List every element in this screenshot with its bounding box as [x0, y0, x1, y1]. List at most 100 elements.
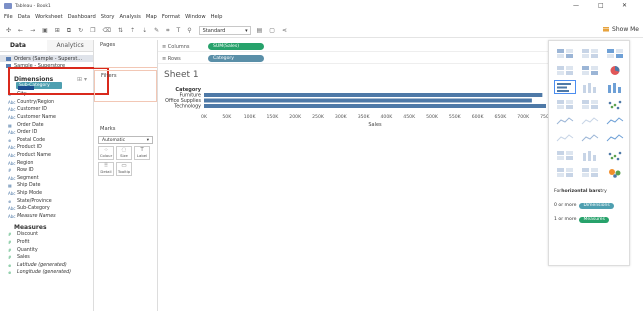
menu-format[interactable]: Format	[162, 14, 180, 20]
dimension-field[interactable]: Abc Customer ID	[0, 106, 93, 114]
dimension-field[interactable]: Abc Segment	[0, 175, 93, 183]
group-icon[interactable]: ⌗	[166, 27, 169, 35]
show-me-gantt-icon[interactable]	[554, 165, 576, 179]
chevron-down-icon: ▾	[245, 27, 248, 34]
dimension-field[interactable]: Abc Measure Names	[0, 213, 93, 221]
dimension-field[interactable]: Abc Ship Mode	[0, 190, 93, 198]
detail-button[interactable]: ⠿ Detail	[98, 162, 114, 176]
mark-type-select[interactable]: Automatic ▾	[98, 136, 153, 144]
labels-icon[interactable]: T	[177, 27, 181, 34]
show-me-circle-views-icon[interactable]	[579, 97, 601, 111]
dimension-field[interactable]: Abc Country/Region	[0, 99, 93, 107]
save-icon[interactable]: ▣	[42, 27, 48, 34]
dimension-field[interactable]: Abc Order ID	[0, 129, 93, 137]
clear-icon[interactable]: ⌫	[103, 27, 111, 34]
show-me-dual-combination-icon[interactable]	[604, 131, 626, 145]
new-datasource-icon[interactable]: ⊞	[55, 27, 60, 34]
colour-button[interactable]: ⁘ Colour	[98, 146, 114, 160]
menu-window[interactable]: Window	[185, 14, 205, 20]
tab-analytics[interactable]: Analytics	[46, 40, 93, 51]
rows-shelf[interactable]: ≡ Rows Category	[158, 54, 548, 64]
undo-icon[interactable]: ←	[18, 27, 23, 34]
show-me-symbol-map-icon[interactable]	[554, 63, 576, 77]
menu-file[interactable]: File	[4, 14, 13, 20]
menu-map[interactable]: Map	[146, 14, 157, 20]
dimension-field[interactable]: Abc Product ID	[0, 144, 93, 152]
columns-pill[interactable]: SUM(Sales)	[208, 43, 264, 50]
dimension-field[interactable]: Abc Product Name	[0, 152, 93, 160]
maximize-icon[interactable]: □	[598, 2, 604, 9]
chart-icon[interactable]: ▤	[257, 27, 263, 34]
dimension-field[interactable]: Abc Region	[0, 159, 93, 167]
bar-office-supplies[interactable]	[204, 98, 532, 103]
duplicate-icon[interactable]: ❐	[90, 27, 95, 34]
tooltip-icon[interactable]: ▢	[269, 27, 275, 34]
bar-chart[interactable]: CategoryFurnitureOffice SuppliesTechnolo…	[158, 86, 548, 146]
filters-card[interactable]: Filters	[94, 70, 157, 102]
dimension-field[interactable]: ⊕ State/Province	[0, 197, 93, 205]
tab-data[interactable]: Data	[0, 40, 47, 51]
measure-field[interactable]: # Sales	[0, 254, 93, 262]
menu-dashboard[interactable]: Dashboard	[68, 14, 96, 20]
show-me-bullet-graph-icon[interactable]	[579, 165, 601, 179]
dimension-field[interactable]: # Row ID	[0, 167, 93, 175]
share-icon[interactable]: ⋖	[282, 27, 287, 34]
tooltip-button[interactable]: ▭ Tooltip	[116, 162, 132, 176]
show-me-lines-discrete-icon[interactable]	[579, 114, 601, 128]
show-me-side-by-side-bars-icon[interactable]	[604, 80, 626, 94]
show-me-histogram-icon[interactable]	[579, 148, 601, 162]
fit-select[interactable]: Standard ▾	[198, 26, 251, 35]
swap-icon[interactable]: ⇅	[118, 27, 123, 34]
show-me-horizontal-bars-icon[interactable]	[554, 80, 576, 94]
show-me-filled-map-icon[interactable]	[579, 63, 601, 77]
menu-data[interactable]: Data	[18, 14, 30, 20]
bar-furniture[interactable]	[204, 93, 543, 97]
sort-descending-icon[interactable]: ⇣	[142, 27, 147, 34]
measure-field[interactable]: # Quantity	[0, 246, 93, 254]
measure-field[interactable]: ⊕ Latitude (generated)	[0, 261, 93, 269]
new-worksheet-icon[interactable]: ⧉	[67, 27, 71, 35]
bar-technology[interactable]	[204, 104, 546, 108]
dimension-field[interactable]: ⊕ Postal Code	[0, 137, 93, 145]
dimension-field[interactable]: Abc Customer Name	[0, 114, 93, 122]
measure-field[interactable]: ⊕ Longitude (generated)	[0, 269, 93, 277]
show-me-packed-bubbles-icon[interactable]	[604, 165, 626, 179]
columns-shelf[interactable]: ≡ Columns SUM(Sales)	[158, 42, 548, 52]
pages-card[interactable]: Pages	[94, 40, 157, 68]
menu-help[interactable]: Help	[211, 14, 223, 20]
size-button[interactable]: ◌ Size	[116, 146, 132, 160]
refresh-icon[interactable]: ↻	[78, 27, 83, 34]
menu-analysis[interactable]: Analysis	[120, 14, 141, 20]
tableau-logo-icon[interactable]: ✣	[6, 27, 11, 34]
dimension-field[interactable]: Abc Sub-Category	[0, 205, 93, 213]
show-me-area-continuous-icon[interactable]	[554, 131, 576, 145]
show-me-lines-continuous-icon[interactable]	[554, 114, 576, 128]
show-me-pie-chart-icon[interactable]	[604, 63, 626, 77]
show-me-area-discrete-icon[interactable]	[579, 131, 601, 145]
show-me-side-by-side-circles-icon[interactable]	[604, 97, 626, 111]
close-icon[interactable]: ✕	[622, 2, 627, 9]
show-me-box-whisker-icon[interactable]	[604, 148, 626, 162]
menu-story[interactable]: Story	[101, 14, 115, 20]
show-me-scatter-plot-icon[interactable]	[554, 148, 576, 162]
datasource-item[interactable]: Orders (Sample - Superst...	[0, 55, 93, 62]
highlight-icon[interactable]: ✎	[154, 27, 159, 34]
show-me-dual-lines-icon[interactable]	[604, 114, 626, 128]
pin-icon[interactable]: ⚲	[187, 27, 191, 34]
label-button[interactable]: T Label	[134, 146, 150, 160]
show-me-heat-map-icon[interactable]	[579, 46, 601, 60]
show-me-text-table-icon[interactable]	[554, 46, 576, 60]
show-me-treemap-icon[interactable]	[554, 97, 576, 111]
sort-ascending-icon[interactable]: ⇡	[130, 27, 135, 34]
measure-field[interactable]: # Profit	[0, 239, 93, 247]
show-me-button[interactable]: Show Me	[603, 26, 639, 33]
minimize-icon[interactable]: —	[573, 2, 579, 9]
dimension-field[interactable]: ▦ Ship Date	[0, 182, 93, 190]
measure-field[interactable]: # Discount	[0, 231, 93, 239]
show-me-highlight-table-icon[interactable]	[604, 46, 626, 60]
show-me-stacked-bars-icon[interactable]	[579, 80, 601, 94]
dimension-field[interactable]: ▦ Order Date	[0, 121, 93, 129]
redo-icon[interactable]: →	[30, 27, 35, 34]
rows-pill[interactable]: Category	[208, 55, 264, 62]
menu-worksheet[interactable]: Worksheet	[35, 14, 63, 20]
